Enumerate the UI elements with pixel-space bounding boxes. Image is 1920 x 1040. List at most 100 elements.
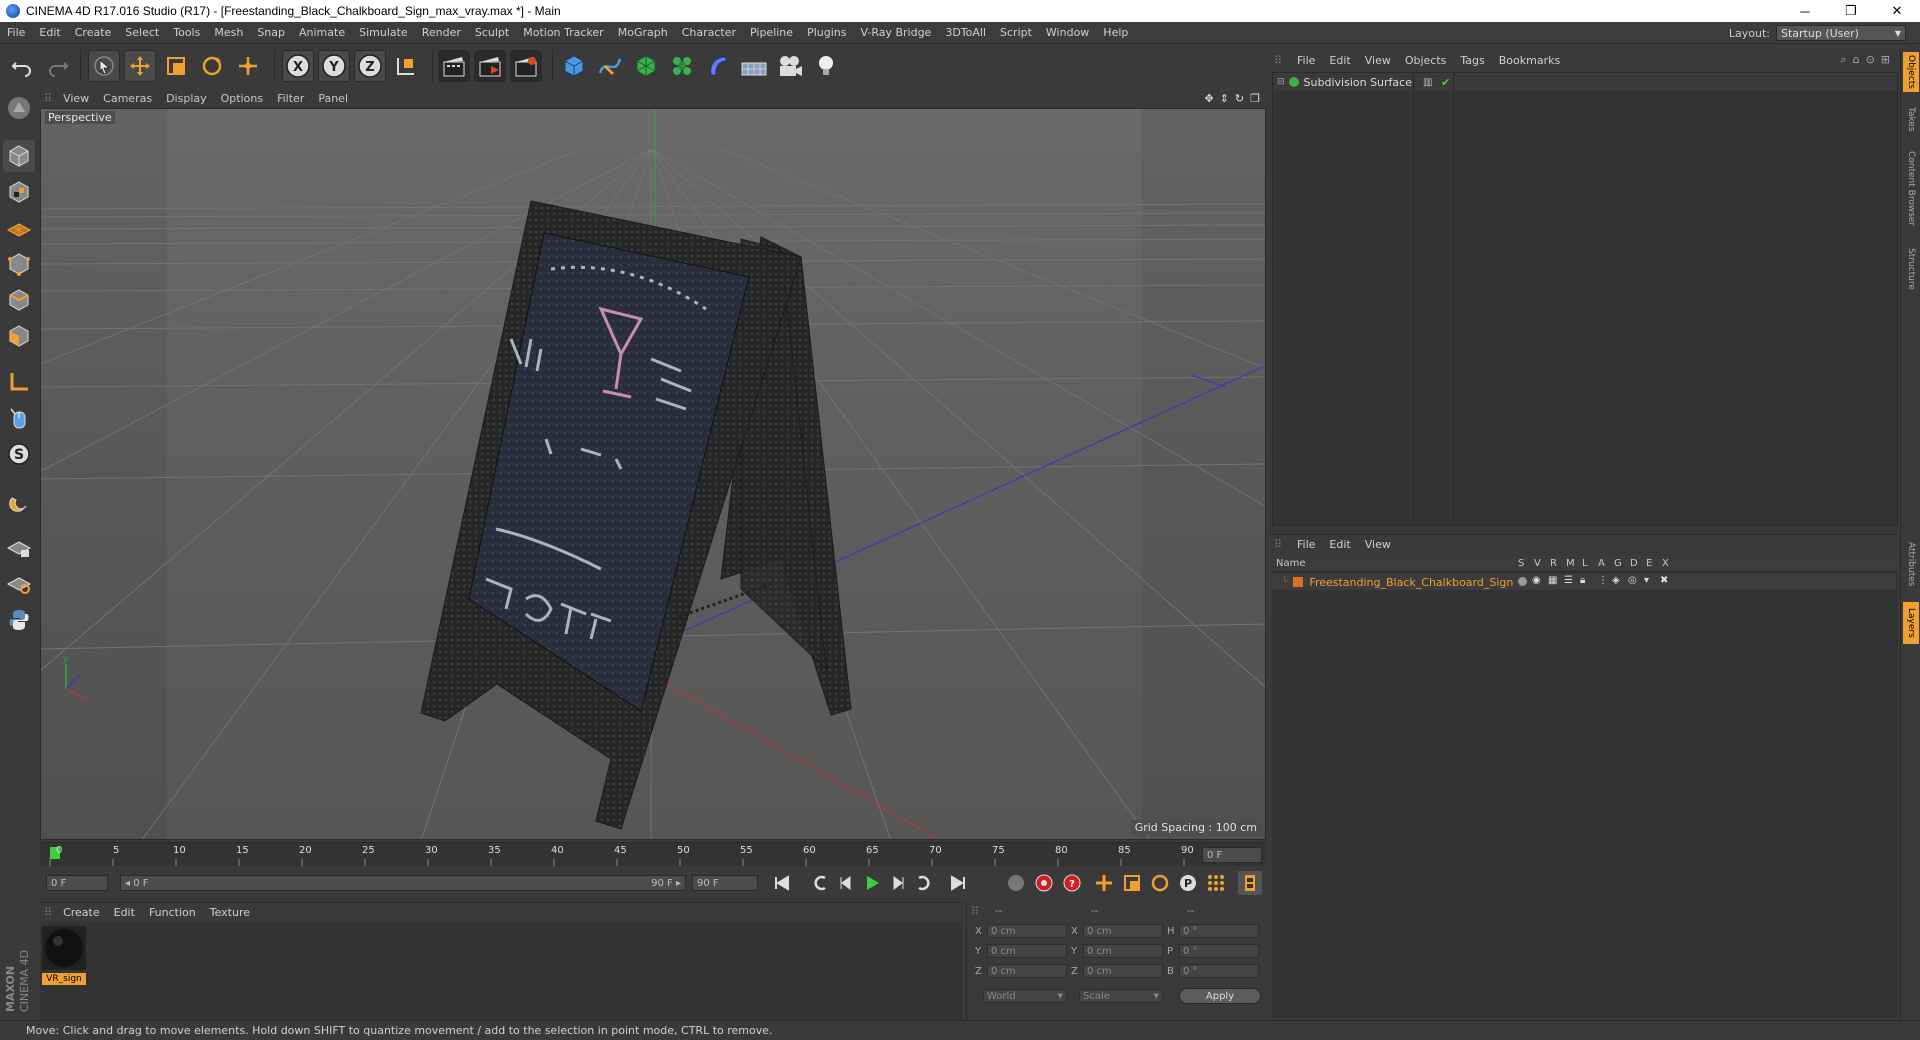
undo-button[interactable]	[6, 50, 38, 82]
viewport-menu-filter[interactable]: Filter	[270, 92, 311, 105]
record-active-button[interactable]	[1004, 871, 1028, 895]
filter-icon[interactable]: ⊙	[1866, 53, 1875, 67]
add-environment-button[interactable]	[738, 50, 770, 82]
size-x-field[interactable]: 0 cm	[1083, 924, 1163, 938]
add-spline-button[interactable]	[594, 50, 626, 82]
layer-row[interactable]: └ Freestanding_Black_Chalkboard_Sign ◉ ▦…	[1272, 574, 1896, 590]
layout-select[interactable]: Startup (User) ▼	[1776, 25, 1906, 41]
maximize-button[interactable]: ❐	[1828, 0, 1874, 22]
render-to-picture-viewer-button[interactable]	[474, 50, 506, 82]
menu-window[interactable]: Window	[1039, 26, 1096, 39]
menu-edit[interactable]: Edit	[32, 26, 67, 39]
points-mode-button[interactable]	[3, 248, 35, 280]
start-frame-field[interactable]: 0 F	[46, 875, 108, 891]
rotation-h-field[interactable]: 0 °	[1179, 924, 1259, 938]
scale-tool-button[interactable]	[160, 50, 192, 82]
material-menu-texture[interactable]: Texture	[203, 906, 257, 919]
material-menu-function[interactable]: Function	[142, 906, 203, 919]
object-menu-objects[interactable]: Objects	[1398, 54, 1454, 67]
layer-color-swatch[interactable]	[1293, 577, 1304, 587]
object-menu-edit[interactable]: Edit	[1322, 54, 1357, 67]
go-to-end-button[interactable]	[946, 871, 970, 895]
layer-col-expressions[interactable]: E	[1646, 558, 1652, 569]
select-tool-button[interactable]	[88, 50, 120, 82]
deformer-icon[interactable]: ◎	[1628, 575, 1637, 586]
layer-col-generators[interactable]: G	[1614, 558, 1622, 569]
add-nurbs-button[interactable]	[630, 50, 662, 82]
viewport-pan-icon[interactable]: ✥	[1204, 92, 1213, 105]
object-menu-bookmarks[interactable]: Bookmarks	[1492, 54, 1567, 67]
python-button[interactable]	[3, 604, 35, 636]
next-frame-button[interactable]	[886, 871, 910, 895]
redo-button[interactable]	[42, 50, 74, 82]
expand-icon[interactable]: ⊞	[1881, 53, 1890, 67]
layer-col-animation[interactable]: A	[1598, 558, 1605, 569]
size-mode-dropdown[interactable]: Scale ▼	[1079, 989, 1163, 1003]
render-view-button[interactable]	[438, 50, 470, 82]
rotation-p-field[interactable]: 0 °	[1179, 944, 1259, 958]
viewport-menu-cameras[interactable]: Cameras	[96, 92, 159, 105]
axis-mode-button[interactable]	[3, 366, 35, 398]
edges-mode-button[interactable]	[3, 284, 35, 316]
workplane-mode-button[interactable]	[3, 212, 35, 244]
minimize-button[interactable]: ─	[1782, 0, 1828, 22]
expression-icon[interactable]: ▾	[1644, 575, 1649, 586]
viewport-camera-label[interactable]: Perspective	[45, 111, 115, 124]
x-axis-lock-button[interactable]: X	[282, 50, 314, 82]
timeline-layout-button[interactable]	[1238, 871, 1262, 895]
y-axis-lock-button[interactable]: Y	[318, 50, 350, 82]
key-parameter-button[interactable]: P	[1176, 871, 1200, 895]
key-rotation-button[interactable]	[1148, 871, 1172, 895]
key-position-button[interactable]	[1092, 871, 1116, 895]
next-key-button[interactable]	[912, 871, 936, 895]
make-editable-button[interactable]	[3, 92, 35, 124]
live-selection-button[interactable]	[232, 50, 264, 82]
model-mode-button[interactable]	[3, 140, 35, 172]
add-deformer-button[interactable]	[702, 50, 734, 82]
layer-menu-view[interactable]: View	[1358, 538, 1398, 551]
menu-vray-bridge[interactable]: V-Ray Bridge	[853, 26, 938, 39]
menu-script[interactable]: Script	[993, 26, 1039, 39]
layer-col-deformers[interactable]: D	[1630, 558, 1638, 569]
object-enabled-check-icon[interactable]: ✔	[1441, 76, 1450, 89]
add-cube-button[interactable]	[558, 50, 590, 82]
size-y-field[interactable]: 0 cm	[1083, 944, 1163, 958]
play-button[interactable]	[860, 871, 884, 895]
menu-plugins[interactable]: Plugins	[800, 26, 853, 39]
tab-takes[interactable]: Takes	[1903, 102, 1919, 136]
menu-mograph[interactable]: MoGraph	[611, 26, 675, 39]
end-frame-field[interactable]: 90 F	[692, 875, 758, 891]
keyframe-selection-button[interactable]: ?	[1060, 871, 1084, 895]
position-y-field[interactable]: 0 cm	[987, 944, 1067, 958]
menu-sculpt[interactable]: Sculpt	[468, 26, 516, 39]
object-menu-tags[interactable]: Tags	[1453, 54, 1491, 67]
current-frame-field[interactable]: 0 F	[1202, 847, 1262, 863]
move-tool-button[interactable]	[124, 50, 156, 82]
layer-col-xref[interactable]: X	[1662, 558, 1669, 569]
perspective-viewport[interactable]: y x z Perspective Grid Spacing : 100 cm	[40, 108, 1266, 840]
position-z-field[interactable]: 0 cm	[987, 964, 1067, 978]
tweak-mode-button[interactable]	[3, 402, 35, 434]
texture-mode-button[interactable]	[3, 176, 35, 208]
object-menu-file[interactable]: File	[1290, 54, 1322, 67]
tab-objects[interactable]: Objects	[1903, 52, 1919, 92]
add-camera-button[interactable]	[774, 50, 806, 82]
object-row[interactable]: ⊟ Subdivision Surface ▥ ✔	[1273, 73, 1897, 91]
home-icon[interactable]: ⌂	[1853, 53, 1860, 67]
search-icon[interactable]: ⌕	[1840, 53, 1846, 67]
render-settings-button[interactable]	[510, 50, 542, 82]
viewport-menu-panel[interactable]: Panel	[311, 92, 355, 105]
planar-workplane-button[interactable]	[3, 568, 35, 600]
expand-tree-icon[interactable]: ⊟	[1277, 77, 1285, 87]
coord-system-dropdown[interactable]: World ▼	[983, 989, 1067, 1003]
close-button[interactable]: ✕	[1874, 0, 1920, 22]
z-axis-lock-button[interactable]: Z	[354, 50, 386, 82]
menu-pipeline[interactable]: Pipeline	[743, 26, 800, 39]
apply-button[interactable]: Apply	[1179, 988, 1261, 1004]
menu-motion-tracker[interactable]: Motion Tracker	[516, 26, 610, 39]
eye-icon[interactable]: ◉	[1532, 575, 1541, 586]
go-to-start-button[interactable]	[770, 871, 794, 895]
viewport-menu-options[interactable]: Options	[214, 92, 270, 105]
preview-range-slider[interactable]: ◂ 0 F 90 F ▸	[120, 875, 686, 891]
layer-col-name[interactable]: Name	[1276, 558, 1306, 569]
